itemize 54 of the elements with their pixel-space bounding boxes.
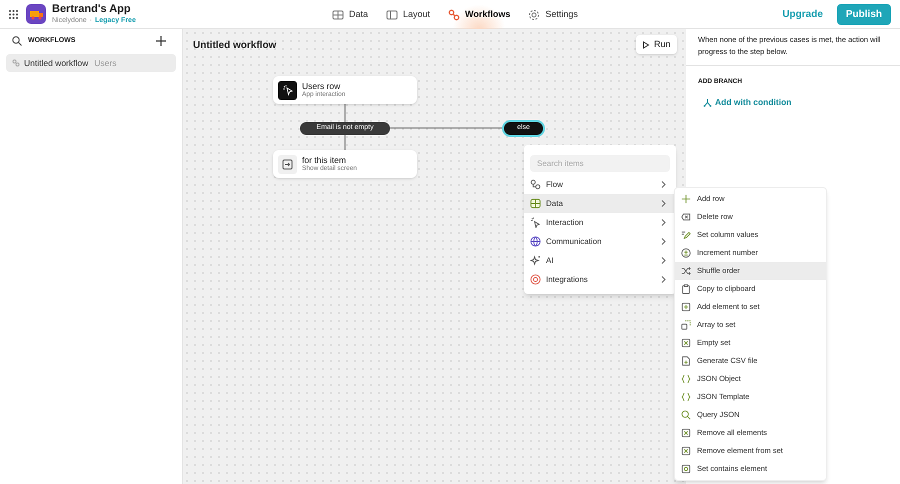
increment-icon: [681, 248, 691, 258]
chevron-icon: [661, 276, 666, 283]
step-title: Users row: [302, 82, 342, 90]
shuffle-icon: [681, 266, 691, 276]
workflow-icon: [448, 8, 460, 20]
sparkle-icon: [530, 255, 541, 266]
step-title: for this item: [302, 156, 347, 164]
run-button[interactable]: Run: [636, 35, 677, 54]
file-icon: [681, 356, 691, 366]
add-icon[interactable]: [156, 36, 166, 46]
gear-icon: [528, 8, 540, 20]
menu-item[interactable]: Data: [524, 194, 676, 213]
pencil-icon: [681, 230, 691, 240]
chevron-icon: [661, 200, 666, 207]
cross-box-icon: [681, 446, 691, 456]
table-icon: [530, 198, 541, 209]
pointer-icon: [530, 217, 541, 228]
app-logo-icon[interactable]: [26, 4, 46, 24]
braces-icon: [681, 392, 691, 402]
cross-box-icon: [681, 428, 691, 438]
flow-icon: [530, 179, 541, 190]
delete-icon: [681, 212, 691, 222]
enter-icon: [278, 154, 297, 174]
layout-icon: [386, 8, 398, 20]
workflow-icon: [12, 59, 20, 67]
add-condition-button[interactable]: Add with condition: [703, 96, 792, 108]
nav-tab[interactable]: Data: [332, 0, 368, 29]
array-icon: [681, 320, 691, 330]
connector-line: [344, 135, 346, 150]
braces-icon: [681, 374, 691, 384]
nav-tab[interactable]: Settings: [528, 0, 578, 29]
menu-item[interactable]: Flow: [524, 175, 676, 194]
branch-icon: [703, 98, 712, 107]
table-icon: [332, 8, 344, 20]
clipboard-icon: [681, 284, 691, 294]
globe-icon: [530, 236, 541, 247]
search-icon: [681, 410, 691, 420]
search-field[interactable]: Search items: [530, 155, 670, 172]
chevron-icon: [661, 181, 666, 188]
chevron-icon: [661, 219, 666, 226]
workflow-title: Untitled workflow: [193, 39, 276, 53]
search-icon[interactable]: [12, 36, 22, 46]
app-name: Bertrand's App: [52, 4, 132, 15]
pointer-icon: [278, 80, 297, 100]
chevron-icon: [661, 238, 666, 245]
nav-tab[interactable]: Layout: [386, 0, 430, 29]
plus-icon: [681, 194, 691, 204]
app-grid-icon[interactable]: [9, 10, 18, 18]
connector-line: [344, 104, 346, 122]
chevron-icon: [661, 257, 666, 264]
add-box-icon: [681, 302, 691, 312]
play-icon: [642, 40, 650, 48]
cross-box-icon: [681, 338, 691, 348]
workflow-item[interactable]: Untitled workflow Users: [6, 54, 176, 72]
